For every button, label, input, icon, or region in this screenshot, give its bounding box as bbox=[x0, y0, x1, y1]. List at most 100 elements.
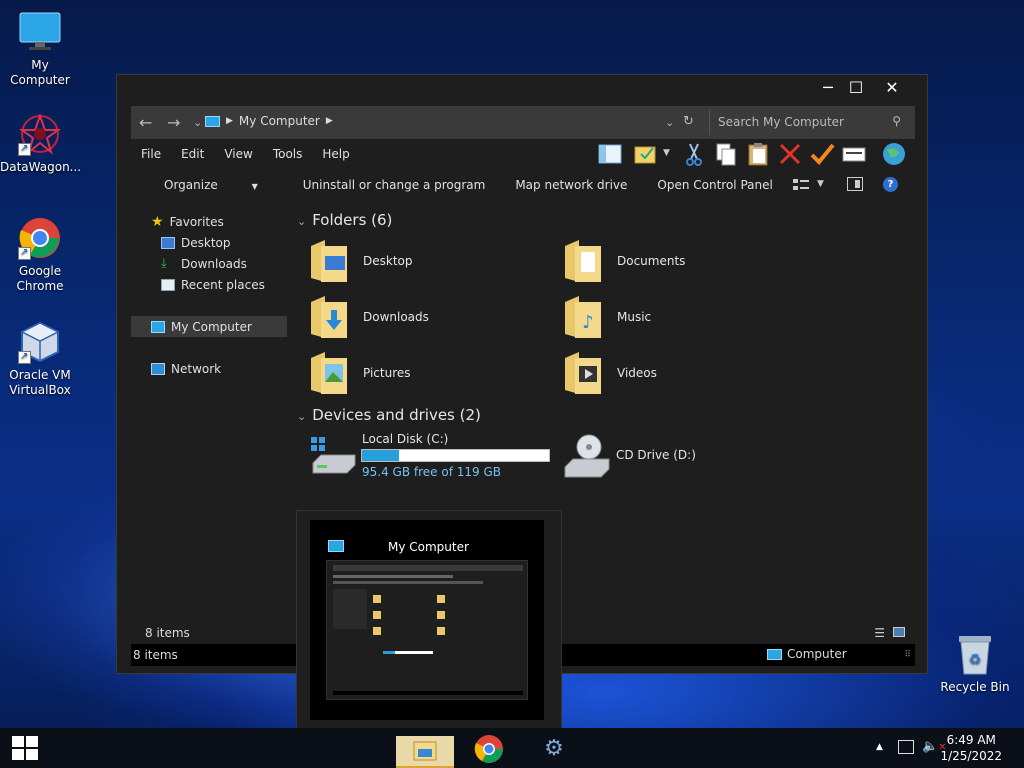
clock[interactable]: 6:49 AM 1/25/2022 bbox=[940, 732, 1002, 764]
globe-icon[interactable] bbox=[881, 141, 907, 167]
nav-downloads[interactable]: ⤓ Downloads bbox=[131, 253, 287, 274]
close-button[interactable]: ✕ bbox=[873, 75, 911, 103]
toolbar-dropdown-icon[interactable]: ▼ bbox=[663, 141, 675, 167]
recent-dropdown-icon[interactable]: ⌄ bbox=[193, 116, 202, 129]
desktop-icon-label: Oracle VM VirtualBox bbox=[9, 368, 71, 397]
resize-grip-icon[interactable]: ⠿ bbox=[904, 650, 911, 660]
status-item-count: 8 items bbox=[133, 648, 178, 662]
folder-name: Downloads bbox=[363, 310, 429, 324]
details-view-icon[interactable]: ☰ bbox=[874, 626, 885, 640]
devices-header-label: Devices and drives (2) bbox=[312, 406, 481, 424]
nav-my-computer[interactable]: My Computer bbox=[131, 316, 287, 337]
drive-c-name: Local Disk (C:) bbox=[362, 432, 449, 446]
drive-d[interactable]: CD Drive (D:) bbox=[563, 431, 813, 483]
network-icon bbox=[151, 362, 165, 375]
chevron-down-icon: ▼ bbox=[251, 182, 258, 191]
start-button[interactable] bbox=[12, 736, 38, 760]
taskbar-thumbnail-preview[interactable]: My Computer bbox=[296, 510, 562, 736]
delete-icon[interactable] bbox=[777, 141, 803, 167]
monitor-icon bbox=[18, 10, 62, 54]
nav-recent-places[interactable]: Recent places bbox=[131, 274, 287, 295]
folder-pictures[interactable]: Pictures bbox=[309, 347, 549, 399]
select-all-icon[interactable] bbox=[633, 141, 659, 167]
computer-small-icon bbox=[151, 320, 165, 333]
view-options-icon[interactable] bbox=[793, 179, 809, 191]
address-bar-row: ← → ⌄ ▶ My Computer ▶ ⌄ ↻ Search My Comp… bbox=[131, 106, 915, 139]
folder-name: Videos bbox=[617, 366, 657, 380]
taskbar: ⚙ ▲ 🔈✕ 6:49 AM 1/25/2022 bbox=[0, 728, 1024, 768]
search-input[interactable]: Search My Computer ⚲ bbox=[709, 110, 909, 135]
folder-icon bbox=[309, 294, 349, 340]
large-icons-view-icon[interactable] bbox=[893, 627, 905, 637]
maximize-button[interactable]: ☐ bbox=[837, 75, 875, 103]
nav-network[interactable]: Network bbox=[131, 358, 287, 379]
taskbar-file-explorer[interactable] bbox=[396, 736, 454, 768]
folder-icon bbox=[563, 238, 603, 284]
map-network-drive-button[interactable]: Map network drive bbox=[500, 171, 642, 199]
devices-group-header[interactable]: ⌄ Devices and drives (2) bbox=[297, 406, 481, 424]
folders-header-label: Folders (6) bbox=[312, 211, 393, 229]
drive-c-usage-fill bbox=[362, 450, 400, 461]
desktop-icon-virtualbox[interactable]: Oracle VM VirtualBox bbox=[0, 320, 80, 398]
nav-favorites[interactable]: ★ Favorites bbox=[131, 211, 287, 232]
back-arrow-icon[interactable]: ← bbox=[139, 113, 152, 132]
drive-c[interactable]: Local Disk (C:) 95.4 GB free of 119 GB bbox=[309, 431, 559, 483]
view-dropdown-icon[interactable]: ▼ bbox=[817, 179, 824, 189]
desktop-icon-my-computer[interactable]: My Computer bbox=[0, 10, 80, 88]
hard-drive-icon bbox=[309, 435, 357, 477]
layout-icon[interactable] bbox=[597, 141, 623, 167]
preview-pane-icon[interactable] bbox=[847, 177, 863, 191]
menu-help[interactable]: Help bbox=[312, 141, 359, 167]
drive-d-name: CD Drive (D:) bbox=[616, 448, 696, 462]
desktop-icon-chrome[interactable]: Google Chrome bbox=[0, 216, 80, 294]
desktop-icon-label: Recycle Bin bbox=[940, 680, 1010, 694]
file-explorer-icon bbox=[413, 741, 437, 761]
folder-downloads[interactable]: Downloads bbox=[309, 291, 549, 343]
properties-icon[interactable] bbox=[841, 141, 867, 167]
taskbar-settings[interactable]: ⚙ bbox=[540, 736, 568, 764]
paste-icon[interactable] bbox=[745, 141, 771, 167]
folders-group-header[interactable]: ⌄ Folders (6) bbox=[297, 211, 392, 229]
cd-drive-icon bbox=[563, 433, 611, 479]
folder-music[interactable]: ♪ Music bbox=[563, 291, 803, 343]
nav-label: My Computer bbox=[171, 319, 252, 334]
desktop-icon-datawagon[interactable]: DataWagon... bbox=[0, 112, 81, 175]
download-arrow-icon: ⤓ bbox=[161, 256, 167, 271]
svg-text:♻: ♻ bbox=[969, 652, 982, 668]
chevron-down-icon: ⌄ bbox=[297, 410, 307, 423]
navigation-pane: ★ Favorites Desktop ⤓ Downloads Recent p… bbox=[131, 209, 287, 629]
thumbnail-frame: My Computer bbox=[310, 520, 544, 720]
desktop-icon-recycle-bin[interactable]: ♻ Recycle Bin bbox=[935, 632, 1015, 695]
menu-file[interactable]: File bbox=[131, 141, 171, 167]
clock-date: 1/25/2022 bbox=[940, 749, 1002, 763]
menu-tools[interactable]: Tools bbox=[263, 141, 313, 167]
open-control-panel-button[interactable]: Open Control Panel bbox=[642, 171, 787, 199]
svg-text:♪: ♪ bbox=[582, 312, 594, 333]
chrome-icon bbox=[474, 735, 503, 763]
address-dropdown-icon[interactable]: ⌄ bbox=[665, 116, 674, 129]
title-bar[interactable]: ─ ☐ ✕ bbox=[117, 75, 927, 105]
copy-icon[interactable] bbox=[713, 141, 739, 167]
checkmark-icon[interactable] bbox=[809, 141, 835, 167]
show-hidden-icons-icon[interactable]: ▲ bbox=[876, 742, 883, 752]
clock-time: 6:49 AM bbox=[946, 733, 996, 747]
cut-icon[interactable] bbox=[681, 141, 707, 167]
folder-name: Pictures bbox=[363, 366, 411, 380]
nav-label: Recent places bbox=[181, 277, 265, 292]
nav-label: Favorites bbox=[169, 214, 224, 229]
network-status-icon[interactable] bbox=[898, 740, 914, 754]
menu-edit[interactable]: Edit bbox=[171, 141, 214, 167]
folder-videos[interactable]: Videos bbox=[563, 347, 803, 399]
folder-documents[interactable]: Documents bbox=[563, 235, 803, 287]
taskbar-chrome[interactable] bbox=[474, 734, 504, 764]
folder-desktop[interactable]: Desktop bbox=[309, 235, 549, 287]
address-breadcrumb[interactable]: ▶ My Computer ▶ bbox=[205, 114, 333, 128]
organize-button[interactable]: Organize ▼ bbox=[131, 171, 288, 199]
folder-name: Desktop bbox=[363, 254, 413, 268]
uninstall-button[interactable]: Uninstall or change a program bbox=[288, 171, 501, 199]
menu-view[interactable]: View bbox=[214, 141, 262, 167]
help-icon[interactable]: ? bbox=[883, 177, 898, 192]
refresh-icon[interactable]: ↻ bbox=[683, 114, 694, 129]
forward-arrow-icon[interactable]: → bbox=[167, 113, 180, 132]
nav-desktop[interactable]: Desktop bbox=[131, 232, 287, 253]
